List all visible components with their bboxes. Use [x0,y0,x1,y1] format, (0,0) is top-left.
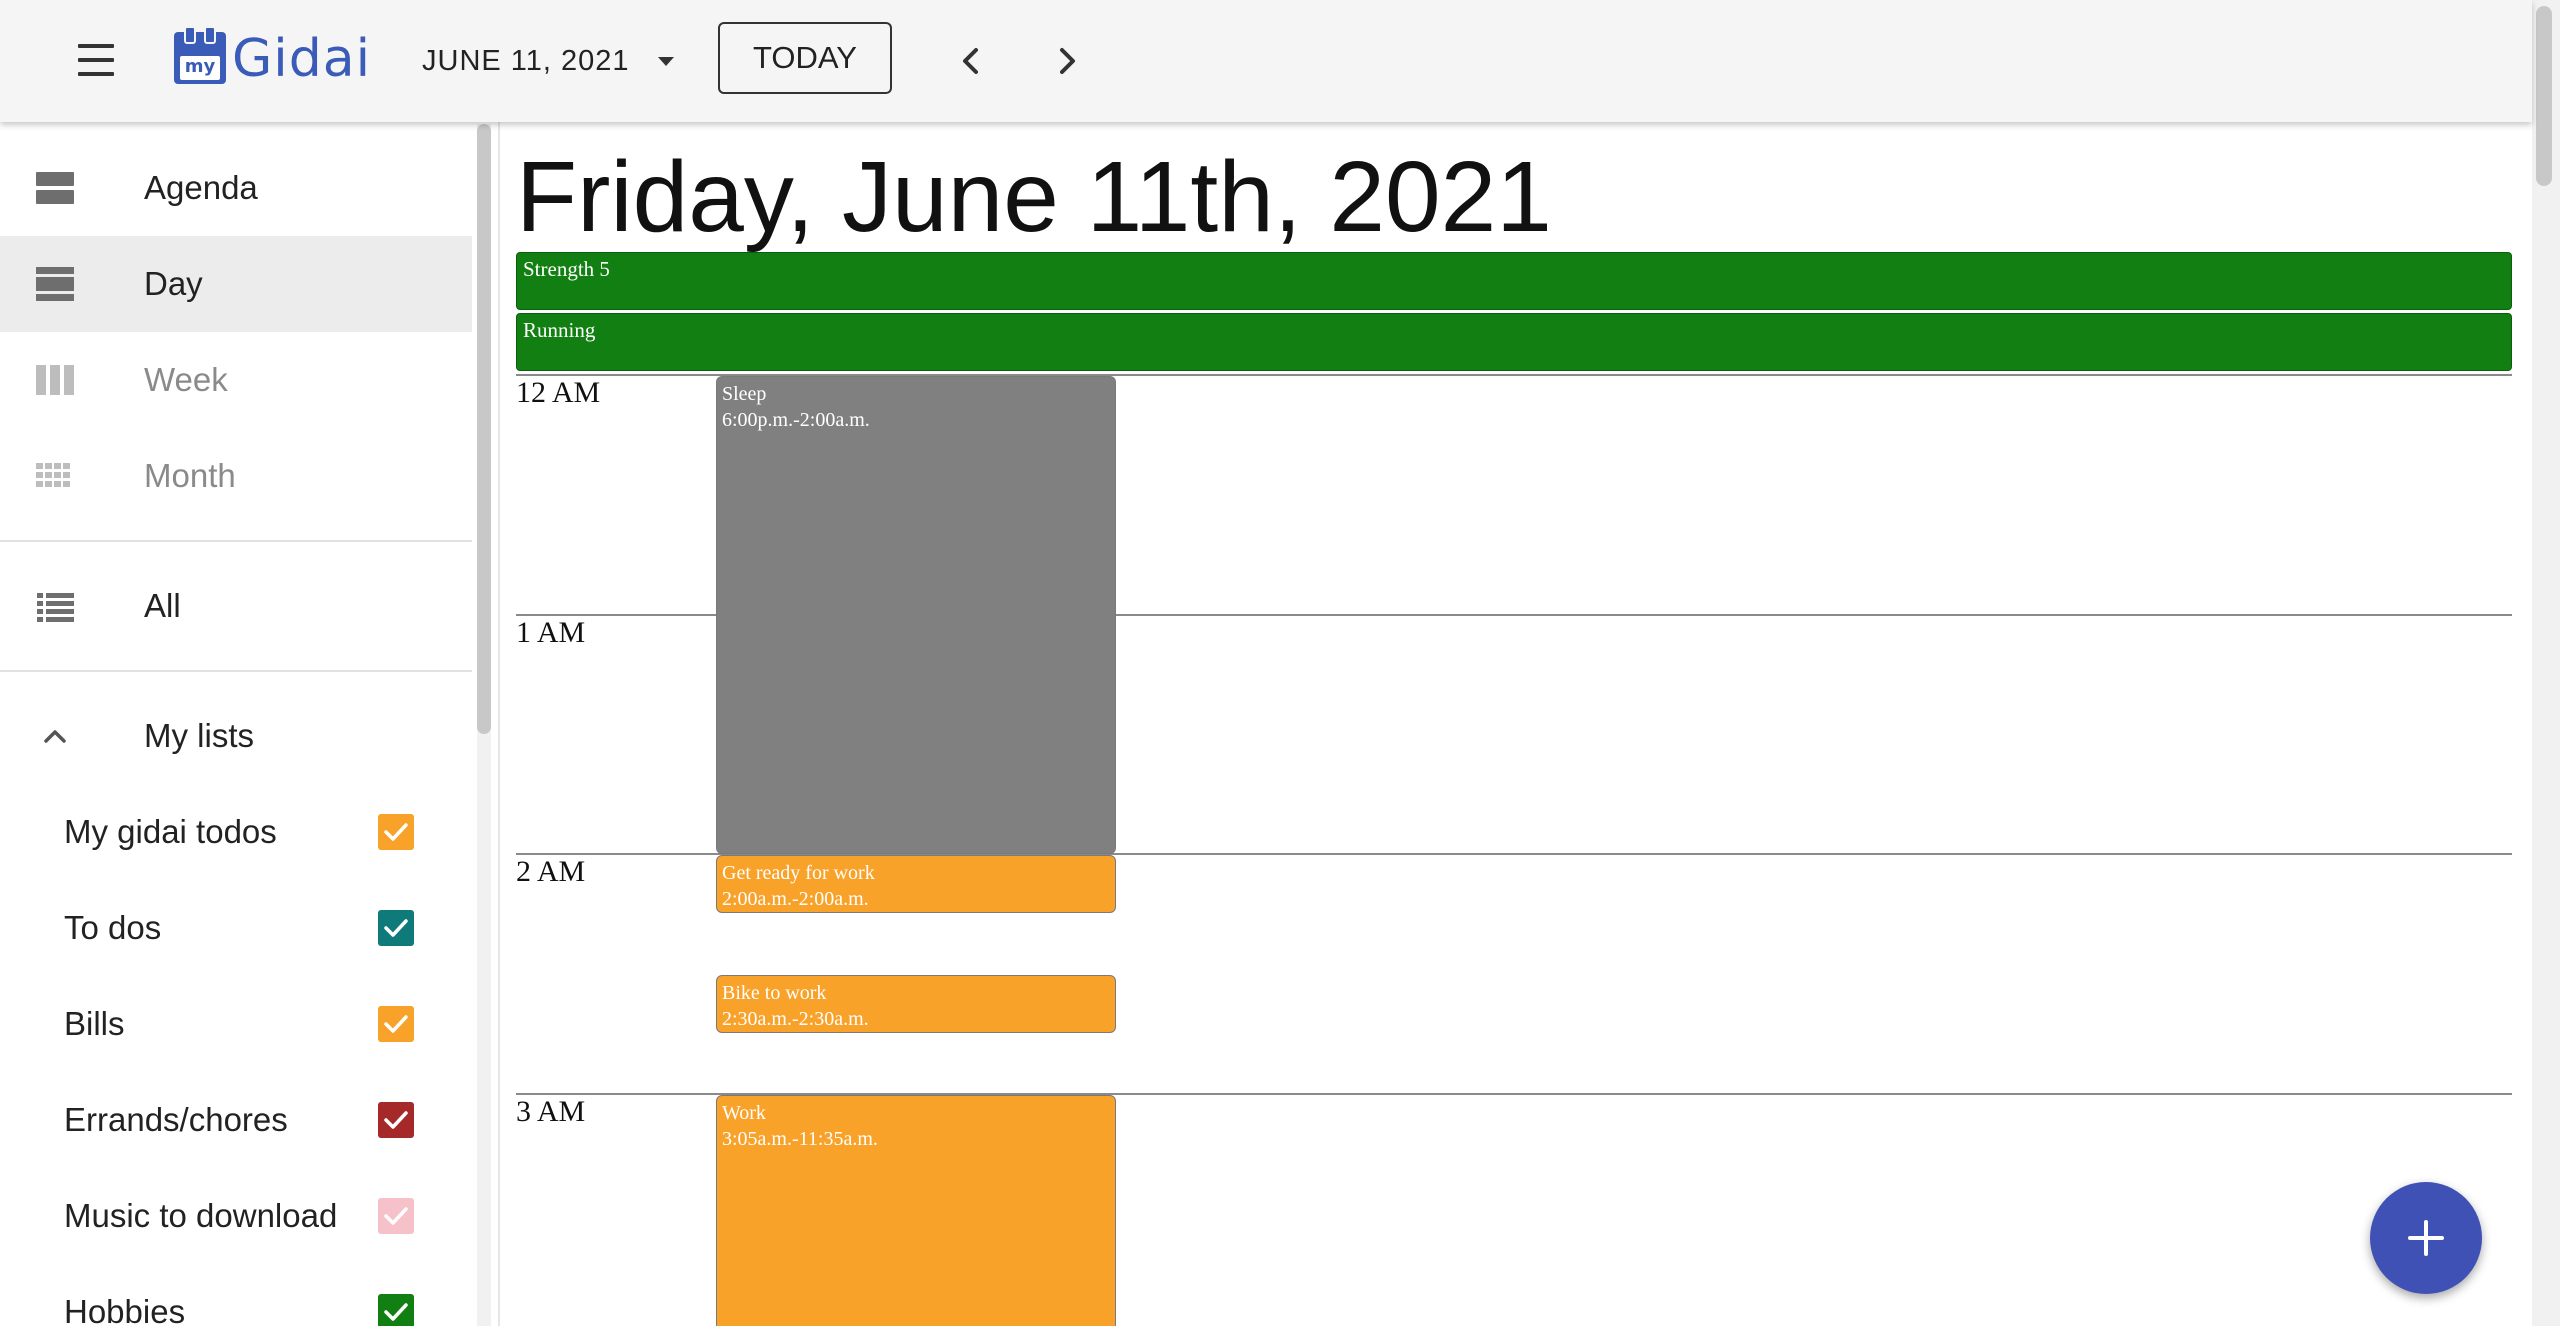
all-day-event[interactable]: Running [516,313,2512,371]
event-block[interactable]: Work 3:05a.m.-11:35a.m. [716,1095,1116,1326]
divider [0,540,472,542]
sidebar-item-label: Day [144,265,203,302]
add-event-button[interactable] [2370,1182,2482,1294]
event-time: 2:30a.m.-2:30a.m. [722,1008,869,1030]
checkmark-icon [384,919,408,937]
sidebar-item-month[interactable]: Month [0,428,472,524]
event-block[interactable]: Bike to work 2:30a.m.-2:30a.m. [716,975,1116,1033]
list-item: Music to download [0,1168,472,1264]
list-item-label: My gidai todos [64,813,277,850]
sidebar-item-label: Agenda [144,169,258,206]
checkmark-icon [384,1207,408,1225]
event-time: 6:00p.m.-2:00a.m. [722,409,870,431]
hour-label: 1 AM [516,616,586,649]
list-item-label: To dos [64,909,162,946]
event-title: Get ready for work [722,862,875,884]
sidebar-item-label: Month [144,457,236,494]
checkmark-icon [384,1015,408,1033]
checkmark-icon [384,823,408,841]
date-selector[interactable]: JUNE 11, 2021 [422,38,674,84]
chevron-right-icon[interactable] [1042,36,1092,86]
caret-down-icon [657,56,674,66]
checkmark-icon [384,1303,408,1321]
sidebar-item-week[interactable]: Week [0,332,472,428]
list-checkbox[interactable] [378,1294,414,1326]
logo-text: Gidai [232,29,372,89]
event-time: 3:05a.m.-11:35a.m. [722,1128,878,1150]
sidebar: Agenda Day Week Month All My lists My gi… [0,122,472,1326]
current-date-label: JUNE 11, 2021 [422,44,630,77]
day-view-icon [36,267,74,301]
hour-label: 12 AM [516,376,601,409]
list-item-label: Errands/chores [64,1101,288,1138]
sidebar-item-label: All [144,587,181,624]
checkmark-icon [384,1111,408,1129]
list-checkbox[interactable] [378,814,414,850]
event-title: Sleep [722,383,767,405]
month-view-icon [36,463,70,487]
list-item-label: Hobbies [64,1293,186,1326]
list-item-label: Bills [64,1005,125,1042]
sidebar-item-label: Week [144,361,228,398]
chevron-up-icon [44,730,66,743]
list-checkbox[interactable] [378,910,414,946]
hour-label: 2 AM [516,855,586,888]
all-day-event[interactable]: Strength 5 [516,252,2512,310]
week-view-icon [36,365,74,395]
page-title: Friday, June 11th, 2021 [516,141,1552,253]
logo-small-text: my [180,56,220,80]
list-checkbox[interactable] [378,1102,414,1138]
list-item-label: Music to download [64,1197,338,1234]
list-checkbox[interactable] [378,1198,414,1234]
hour-label: 3 AM [516,1095,586,1128]
main-scrollbar-thumb[interactable] [2536,6,2552,186]
sidebar-item-agenda[interactable]: Agenda [0,140,472,236]
list-item: Hobbies [0,1264,472,1326]
event-block[interactable]: Sleep 6:00p.m.-2:00a.m. [716,376,1116,854]
list-item: My gidai todos [0,784,472,880]
plus-icon [2408,1220,2444,1256]
sidebar-scrollbar-thumb[interactable] [477,124,491,734]
agenda-view-icon [36,172,74,204]
list-item: Bills [0,976,472,1072]
sidebar-item-all[interactable]: All [0,558,472,654]
sidebar-item-day[interactable]: Day [0,236,472,332]
list-icon [37,593,74,622]
main-scrollbar[interactable] [2532,0,2560,1326]
app-bar: my Gidai JUNE 11, 2021 TODAY [0,0,2532,122]
day-view: Friday, June 11th, 2021 Strength 5 Runni… [500,122,2532,1326]
event-title: Work [722,1102,766,1124]
app-logo[interactable]: my Gidai [174,26,384,92]
my-lists-label: My lists [144,717,254,754]
hamburger-menu-icon[interactable] [66,36,126,86]
my-lists-header[interactable]: My lists [0,688,472,784]
list-item: Errands/chores [0,1072,472,1168]
event-time: 2:00a.m.-2:00a.m. [722,888,869,910]
today-button[interactable]: TODAY [718,22,892,94]
event-title: Bike to work [722,982,827,1004]
list-checkbox[interactable] [378,1006,414,1042]
event-block[interactable]: Get ready for work 2:00a.m.-2:00a.m. [716,855,1116,913]
chevron-left-icon[interactable] [946,36,996,86]
divider [0,670,472,672]
list-item: To dos [0,880,472,976]
